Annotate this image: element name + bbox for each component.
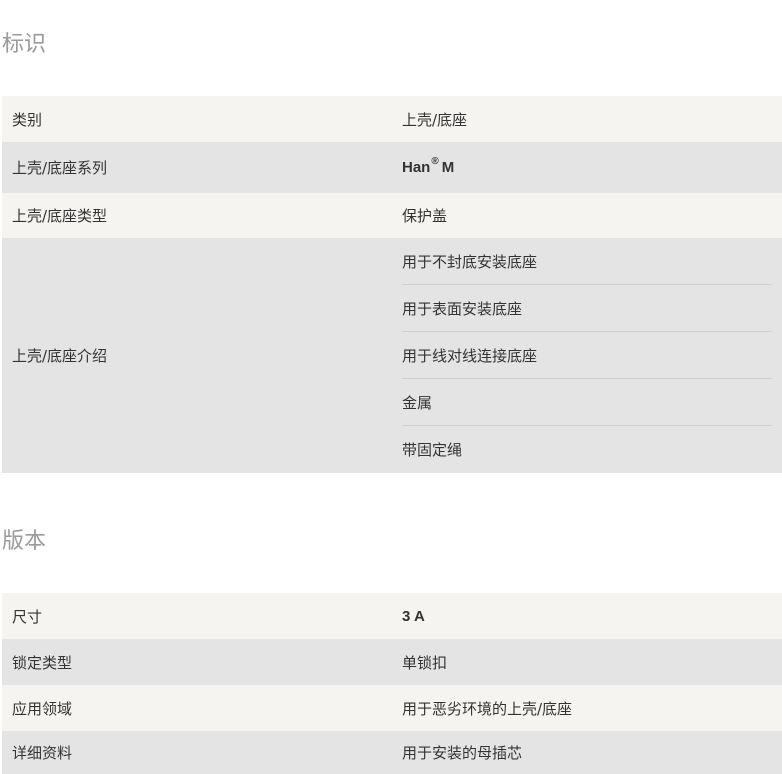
row-label-size: 尺寸 bbox=[12, 607, 43, 626]
row-label-locking: 锁定类型 bbox=[12, 653, 73, 672]
row-label-type: 上壳/底座类型 bbox=[12, 207, 108, 225]
row-value-size: 3 A bbox=[402, 607, 425, 625]
list-item: 金属 bbox=[402, 379, 772, 426]
table-row-type: 上壳/底座类型 保护盖 bbox=[2, 193, 782, 238]
list-item: 带固定绳 bbox=[402, 441, 463, 459]
page: 标识 类别 上壳/底座 上壳/底座系列 Han ® M 上壳/底座类型 保护盖 上壳… bbox=[0, 0, 782, 774]
series-suffix: M bbox=[441, 159, 455, 176]
row-value-application: 用于恶劣环境的上壳/底座 bbox=[402, 699, 573, 718]
row-value-series: Han ® M bbox=[392, 142, 782, 193]
row-value-details: 用于安装的母插芯 bbox=[402, 744, 523, 762]
identification-table: 类别 上壳/底座 上壳/底座系列 Han ® M 上壳/底座类型 保护盖 上壳/底座… bbox=[2, 96, 782, 473]
row-value-type: 保护盖 bbox=[402, 207, 448, 225]
table-row-category: 类别 上壳/底座 bbox=[2, 96, 782, 142]
version-table: 尺寸 3 A 锁定类型 单锁扣 应用领域 用于恶劣环境的上壳/底座 详细资料 用… bbox=[2, 593, 782, 774]
row-label-application: 应用领域 bbox=[12, 699, 73, 718]
series-name: Han bbox=[402, 159, 431, 176]
table-row-application: 应用领域 用于恶劣环境的上壳/底座 bbox=[2, 685, 782, 731]
registered-mark: ® bbox=[431, 156, 439, 167]
row-value-category: 上壳/底座 bbox=[402, 110, 468, 129]
table-row-details: 详细资料 用于安装的母插芯 bbox=[2, 731, 782, 774]
row-label-series: 上壳/底座系列 bbox=[12, 159, 108, 177]
row-label-category: 类别 bbox=[12, 110, 43, 129]
table-row-series: 上壳/底座系列 Han ® M bbox=[2, 142, 782, 193]
table-row-description: 上壳/底座介绍 用于不封底安装底座 用于表面安装底座 用于线对线连接底座 金属 … bbox=[2, 238, 782, 473]
section-title-version: 版本 bbox=[2, 529, 47, 554]
row-label-details: 详细资料 bbox=[12, 744, 73, 762]
table-row-locking: 锁定类型 单锁扣 bbox=[2, 639, 782, 685]
list-item: 用于表面安装底座 bbox=[402, 285, 772, 332]
description-values-list: 用于不封底安装底座 用于表面安装底座 用于线对线连接底座 金属 带固定绳 bbox=[392, 238, 782, 473]
list-item: 用于线对线连接底座 bbox=[402, 332, 772, 379]
table-row-size: 尺寸 3 A bbox=[2, 593, 782, 639]
list-item: 用于不封底安装底座 bbox=[402, 238, 772, 285]
row-label-description: 上壳/底座介绍 bbox=[12, 347, 108, 365]
section-title-identification: 标识 bbox=[2, 32, 47, 57]
row-value-locking: 单锁扣 bbox=[402, 653, 448, 672]
